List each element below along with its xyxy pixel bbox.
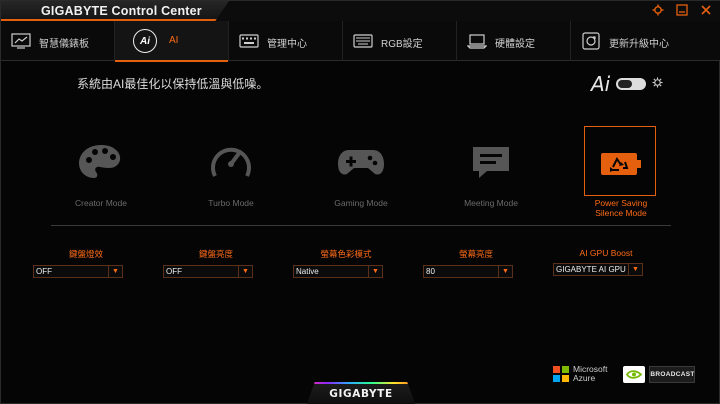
palette-icon: [74, 138, 128, 186]
tab-ai[interactable]: Ai AI: [115, 21, 229, 62]
rgb-keyboard-icon: [353, 31, 373, 51]
laptop-icon: [467, 31, 487, 51]
keyboard-brightness-setting: 鍵盤亮度 OFF ▼: [156, 248, 276, 278]
broadcast-label: BROADCAST: [649, 365, 696, 383]
mode-label: Power Saving Silence Mode: [566, 198, 676, 218]
gamepad-icon: [334, 138, 388, 186]
mode-creator[interactable]: Creator Mode: [46, 126, 156, 226]
screen-color-mode-label: 螢幕色彩模式: [320, 249, 372, 259]
dropdown-value: Native: [296, 267, 319, 276]
update-icon: [581, 31, 601, 51]
dropdown-value: GIGABYTE AI GPU: [556, 265, 626, 274]
ai-description: 系統由AI最佳化以保持低溫與低噪。: [77, 77, 269, 91]
screen-color-mode-setting: 螢幕色彩模式 Native ▼: [286, 248, 406, 278]
microsoft-icon: [553, 366, 569, 382]
mode-label: Gaming Mode: [334, 198, 388, 208]
ai-logo: Ai: [591, 72, 611, 96]
main-tab-bar: 智慧儀錶板 Ai AI 管理中心 RGB設定 硬體設定 更新升級中心: [1, 21, 720, 62]
title-bar[interactable]: GIGABYTE Control Center: [1, 1, 720, 23]
mode-selector: Creator Mode Turbo Mode Gaming Mode Meet…: [41, 126, 681, 226]
dropdown-value: 80: [426, 267, 435, 276]
battery-recycle-icon: [594, 140, 648, 188]
microsoft-azure-text: Microsoft Azure: [573, 365, 607, 383]
window-controls: [651, 4, 713, 18]
chevron-down-icon[interactable]: ▼: [108, 266, 122, 277]
tab-label: RGB設定: [381, 39, 423, 50]
tab-update-center[interactable]: 更新升級中心: [571, 21, 685, 61]
tab-label: 硬體設定: [495, 39, 535, 50]
keyboard-icon: [239, 31, 259, 51]
brand-logo: GIGABYTE: [329, 388, 393, 400]
chevron-down-icon[interactable]: ▼: [368, 266, 382, 277]
keyboard-lighting-label: 鍵盤燈效: [68, 249, 103, 259]
ai-gpu-boost-dropdown[interactable]: GIGABYTE AI GPU ▼: [553, 263, 643, 276]
chat-icon: [464, 138, 518, 186]
azure-text: Azure: [573, 373, 596, 383]
screen-color-mode-dropdown[interactable]: Native ▼: [293, 265, 383, 278]
dropdown-value: OFF: [36, 267, 52, 276]
mode-power-saving[interactable]: Power Saving Silence Mode: [566, 126, 676, 226]
chevron-down-icon[interactable]: ▼: [238, 266, 252, 277]
keyboard-brightness-label: 鍵盤亮度: [198, 249, 233, 259]
mode-turbo[interactable]: Turbo Mode: [176, 126, 286, 226]
ai-panel: 系統由AI最佳化以保持低溫與低噪。 Ai Creator Mode Turbo …: [1, 62, 720, 404]
keyboard-brightness-dropdown[interactable]: OFF ▼: [163, 265, 253, 278]
tab-dashboard[interactable]: 智慧儀錶板: [1, 21, 115, 61]
screen-brightness-setting: 螢幕亮度 80 ▼: [416, 248, 536, 278]
ai-gpu-boost-setting: AI GPU Boost GIGABYTE AI GPU ▼: [546, 248, 666, 276]
gigabyte-control-center-window: GIGABYTE Control Center 智慧儀錶板 Ai AI 管理中心…: [0, 0, 720, 404]
dashboard-icon: [11, 31, 31, 51]
section-divider: [51, 225, 671, 226]
mode-label: Turbo Mode: [208, 198, 254, 208]
minimize-icon[interactable]: [675, 4, 689, 18]
app-title: GIGABYTE Control Center: [41, 4, 202, 18]
keyboard-lighting-dropdown[interactable]: OFF ▼: [33, 265, 123, 278]
nvidia-icon: [623, 365, 646, 383]
screen-brightness-dropdown[interactable]: 80 ▼: [423, 265, 513, 278]
tab-label: AI: [169, 35, 179, 46]
gigabyte-brand-plate: GIGABYTE: [306, 382, 416, 404]
ai-icon: Ai: [133, 29, 157, 53]
mode-gaming[interactable]: Gaming Mode: [306, 126, 416, 226]
chevron-down-icon[interactable]: ▼: [498, 266, 512, 277]
nvidia-broadcast-logo: BROADCAST: [623, 365, 696, 383]
mode-label-line2: Silence Mode: [595, 208, 647, 218]
ai-gpu-boost-label: AI GPU Boost: [579, 248, 633, 258]
ai-toggle-switch[interactable]: [616, 78, 647, 90]
mode-label: Creator Mode: [75, 198, 127, 208]
chevron-down-icon[interactable]: ▼: [628, 264, 642, 275]
tab-hardware-settings[interactable]: 硬體設定: [457, 21, 571, 61]
ai-toggle-group: Ai: [591, 72, 663, 96]
gear-icon[interactable]: [652, 77, 663, 91]
microsoft-azure-logo: Microsoft Azure: [553, 365, 607, 383]
mode-meeting[interactable]: Meeting Mode: [436, 126, 546, 226]
tab-label: 管理中心: [267, 39, 307, 50]
mode-label-line1: Power Saving: [594, 198, 648, 208]
screen-brightness-label: 螢幕亮度: [458, 249, 493, 259]
tab-rgb-settings[interactable]: RGB設定: [343, 21, 457, 61]
partner-logos: Microsoft Azure BROADCAST: [553, 365, 696, 383]
speedometer-icon: [204, 138, 258, 186]
dropdown-value: OFF: [166, 267, 182, 276]
keyboard-lighting-setting: 鍵盤燈效 OFF ▼: [26, 248, 146, 278]
mode-label: Meeting Mode: [464, 198, 518, 208]
close-icon[interactable]: [699, 4, 713, 18]
tab-label: 智慧儀錶板: [39, 39, 89, 50]
tab-label: 更新升級中心: [609, 39, 669, 50]
tab-management-center[interactable]: 管理中心: [229, 21, 343, 61]
settings-dropdowns: 鍵盤燈效 OFF ▼ 鍵盤亮度 OFF ▼ 螢幕色彩模式 Native ▼ 螢幕…: [33, 248, 691, 288]
settings-icon[interactable]: [651, 4, 665, 18]
